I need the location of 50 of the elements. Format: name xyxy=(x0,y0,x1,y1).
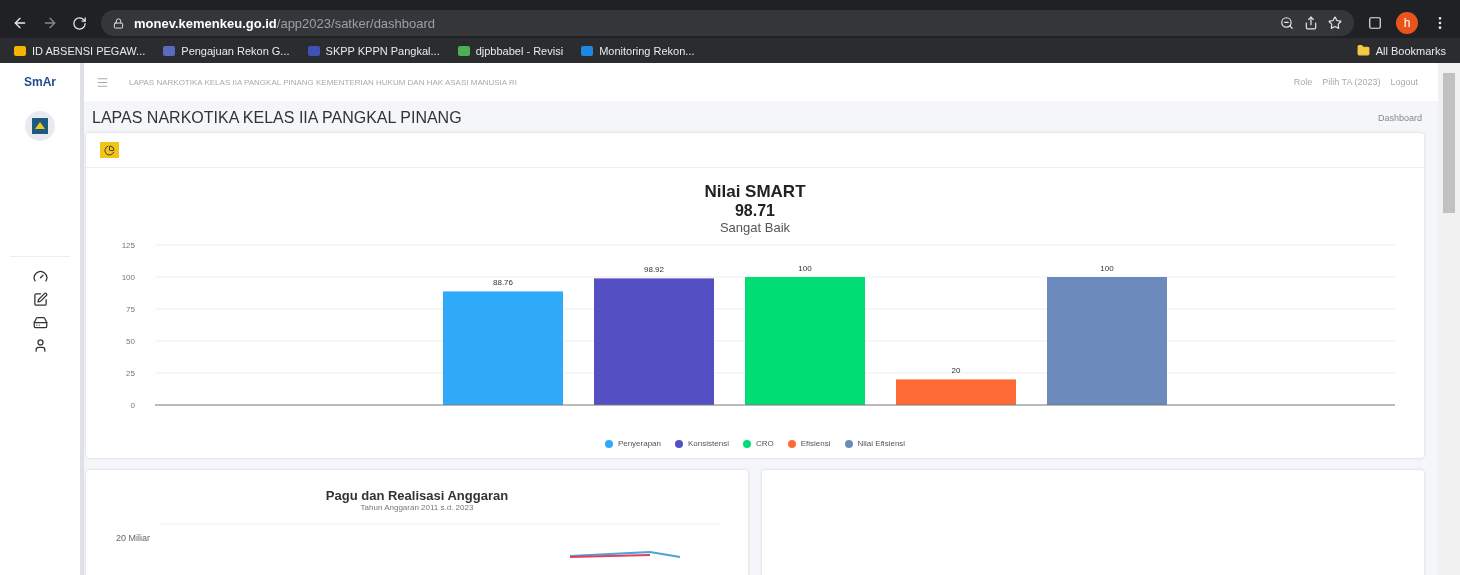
rating-text: Sangat Baik xyxy=(719,220,791,235)
pie-chart-icon xyxy=(100,142,119,158)
page-title: LAPAS NARKOTIKA KELAS IIA PANGKAL PINANG xyxy=(92,109,462,127)
drive-icon[interactable] xyxy=(32,315,48,330)
bar-value-label: 88.76 xyxy=(493,278,513,288)
edit-icon[interactable] xyxy=(32,292,48,307)
chart-title: Pagu dan Realisasi Anggaran xyxy=(325,488,509,503)
y-tick-label: 100 xyxy=(121,273,135,282)
star-icon[interactable] xyxy=(1328,16,1342,30)
all-bookmarks[interactable]: All Bookmarks xyxy=(1356,44,1446,57)
chart-title: Nilai SMART xyxy=(704,182,806,202)
bar-value-label: 20 xyxy=(951,366,961,376)
bar-value-label: 98.92 xyxy=(644,265,664,275)
legend-label[interactable]: Nilai Efisiensi xyxy=(857,439,906,448)
reload-icon[interactable] xyxy=(72,15,87,31)
user-icon[interactable] xyxy=(32,338,48,353)
forward-icon[interactable] xyxy=(42,15,58,31)
legend-label[interactable]: Penyerapan xyxy=(617,439,662,448)
breadcrumb[interactable]: Dashboard xyxy=(1377,113,1422,123)
bookmark[interactable]: ID ABSENSI PEGAW... xyxy=(14,44,146,57)
gauge-icon[interactable] xyxy=(32,269,48,284)
bookmark[interactable]: Pengajuan Rekon G... xyxy=(163,44,290,57)
url-text: monev.kemenkeu.go.id/app2023/satker/dashboard xyxy=(134,15,436,31)
profile-avatar[interactable]: h xyxy=(1396,12,1418,34)
share-icon[interactable] xyxy=(1304,16,1318,30)
legend-label[interactable]: Efisiensi xyxy=(800,439,831,448)
bookmark[interactable]: SKPP KPPN Pangkal... xyxy=(307,44,440,57)
header-title: LAPAS NARKOTIKA KELAS IIA PANGKAL PINANG KEMENTERIAN HUKUM DAN HAK ASASI MANUSIA RI xyxy=(129,77,518,87)
y-tick-label: 75 xyxy=(126,305,135,314)
bar-value-label: 100 xyxy=(798,264,812,273)
back-icon[interactable] xyxy=(12,15,28,31)
legend-label[interactable]: CRO xyxy=(755,439,774,448)
chart-subtitle: Tahun Anggaran 2011 s.d. 2023 xyxy=(360,503,474,512)
y-tick-label: 50 xyxy=(126,337,135,346)
folder-icon xyxy=(1356,44,1370,57)
side-panel-icon[interactable] xyxy=(1368,16,1382,30)
y-tick-label: 125 xyxy=(121,241,135,250)
address-bar[interactable]: monev.kemenkeu.go.id/app2023/satker/dashboard xyxy=(101,10,1354,36)
legend-label[interactable]: Konsistensi xyxy=(688,439,729,448)
zoom-icon[interactable] xyxy=(1280,16,1294,30)
logo[interactable]: SmAr xyxy=(24,63,56,101)
bookmark[interactable]: Monitoring Rekon... xyxy=(581,44,695,57)
bookmark[interactable]: djpbbabel - Revisi xyxy=(457,44,564,57)
lock-icon xyxy=(113,17,124,29)
y-axis-label: 20 Miliar xyxy=(116,533,150,543)
emblem-icon xyxy=(25,111,55,141)
bar-value-label: 100 xyxy=(1100,264,1114,273)
score-value: 98.71 xyxy=(734,202,775,220)
y-tick-label: 0 xyxy=(130,401,135,410)
y-tick-label: 25 xyxy=(126,369,135,378)
